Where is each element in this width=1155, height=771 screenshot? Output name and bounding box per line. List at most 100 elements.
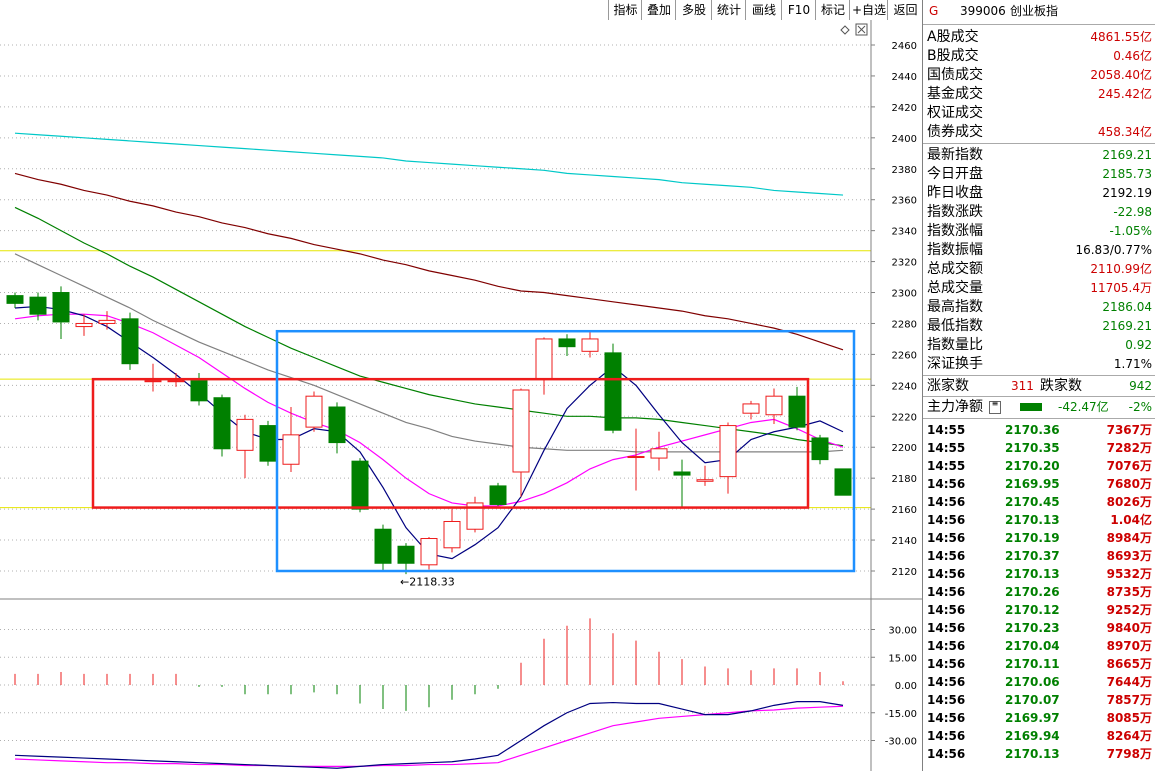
main-flow-row: 主力净额 ≡ -42.47亿 -2% xyxy=(927,399,1152,415)
tick-time: 14:56 xyxy=(927,675,966,689)
f10-button[interactable]: F10 xyxy=(781,0,816,20)
candle-body xyxy=(489,485,507,505)
stat-value: 2110.99亿 xyxy=(1090,262,1152,276)
flow-pct: -2% xyxy=(1128,400,1152,414)
tick-price: 2170.13 xyxy=(1005,513,1060,527)
turnover-label: A股成交 xyxy=(927,29,979,45)
draw-line-button[interactable]: 画线 xyxy=(745,0,782,20)
candle-body xyxy=(305,395,323,428)
ma-line xyxy=(14,305,844,560)
candle-body xyxy=(190,380,208,402)
low-price-label: ←2118.33 xyxy=(400,576,455,589)
dea-line xyxy=(14,705,844,768)
stat-row: 总成交量 11705.4万 xyxy=(923,279,1155,297)
ma-line xyxy=(14,313,844,507)
candle-body xyxy=(742,403,760,414)
price-tick-label: 2180 xyxy=(892,474,917,485)
tick-volume: 7282万 xyxy=(1106,441,1152,455)
tick-volume: 8665万 xyxy=(1106,657,1152,671)
tick-row: 14:56 2170.06 7644万 xyxy=(923,673,1155,691)
tick-volume: 9840万 xyxy=(1106,621,1152,635)
back-button[interactable]: 返回 xyxy=(887,0,923,20)
up-count: 311 xyxy=(1011,379,1034,393)
turnover-value: 2058.40亿 xyxy=(1090,68,1152,82)
tick-time: 14:56 xyxy=(927,585,966,599)
moving-average-lines xyxy=(14,132,844,560)
overlay-button[interactable]: 叠加 xyxy=(641,0,676,20)
stat-value: 16.83/0.77% xyxy=(1075,243,1152,257)
tick-volume: 7076万 xyxy=(1106,459,1152,473)
candle-body xyxy=(236,418,254,451)
tick-time: 14:56 xyxy=(927,711,966,725)
stat-value: -22.98 xyxy=(1113,205,1152,219)
tick-row: 14:55 2170.36 7367万 xyxy=(923,421,1155,439)
tick-price: 2170.37 xyxy=(1005,549,1060,563)
tick-row: 14:56 2170.45 8026万 xyxy=(923,493,1155,511)
macd-tick-label: -30.00 xyxy=(885,737,917,748)
candle-body xyxy=(788,395,806,428)
tick-time: 14:56 xyxy=(927,513,966,527)
tick-row: 14:56 2170.37 8693万 xyxy=(923,547,1155,565)
stat-value: 2169.21 xyxy=(1102,148,1152,162)
candle-body xyxy=(834,468,852,496)
price-tick-label: 2380 xyxy=(892,165,917,176)
tick-time: 14:56 xyxy=(927,693,966,707)
indicator-button[interactable]: 指标 xyxy=(608,0,642,20)
stat-row: 今日开盘 2185.73 xyxy=(923,165,1155,183)
stat-value: -1.05% xyxy=(1109,224,1152,238)
toolbar: 指标 叠加 多股 统计 画线 F10 标记 +自选 返回 xyxy=(0,0,922,20)
tick-time: 14:56 xyxy=(927,495,966,509)
tick-time: 14:56 xyxy=(927,531,966,545)
tick-time: 14:56 xyxy=(927,549,966,563)
candle-body xyxy=(167,380,185,383)
candle-body xyxy=(144,380,162,383)
dif-line xyxy=(14,701,844,769)
macd-tick-label: -15.00 xyxy=(885,709,917,720)
price-tick-label: 2440 xyxy=(892,72,917,83)
stat-value: 2186.04 xyxy=(1102,300,1152,314)
tick-price: 2170.06 xyxy=(1005,675,1060,689)
candle-body xyxy=(443,520,461,549)
diamond-icon[interactable] xyxy=(840,25,850,35)
stat-label: 指数量比 xyxy=(927,337,983,353)
ma-line xyxy=(14,253,844,453)
price-tick-label: 2420 xyxy=(892,103,917,114)
candle-body xyxy=(604,352,622,431)
stat-label: 指数振幅 xyxy=(927,242,983,258)
drawn-rectangle xyxy=(275,329,856,573)
stat-row: 指数涨跌 -22.98 xyxy=(923,203,1155,221)
statistics-button[interactable]: 统计 xyxy=(711,0,746,20)
list-icon[interactable]: ≡ xyxy=(989,400,1001,414)
turnover-label: B股成交 xyxy=(927,48,979,64)
tick-price: 2169.94 xyxy=(1005,729,1060,743)
multi-stock-button[interactable]: 多股 xyxy=(675,0,712,20)
stat-label: 最新指数 xyxy=(927,147,983,163)
candle-body xyxy=(673,471,691,476)
candle-body xyxy=(29,296,47,315)
stat-label: 最低指数 xyxy=(927,318,983,334)
turnover-row: 债券成交 458.34亿 xyxy=(923,123,1155,141)
tick-row: 14:56 2170.13 1.04亿 xyxy=(923,511,1155,529)
candle-body xyxy=(374,528,392,564)
quote-panel: G 399006 创业板指 A股成交 4861.55亿 B股成交 0.46亿 国债成交 2… xyxy=(922,0,1155,771)
candle-body xyxy=(52,292,70,323)
candle-body xyxy=(213,397,231,450)
tick-price: 2170.13 xyxy=(1005,567,1060,581)
candle-body xyxy=(650,448,668,459)
tick-time: 14:56 xyxy=(927,621,966,635)
panel-g-mark: G xyxy=(929,4,939,18)
candle-body xyxy=(328,406,346,444)
stat-value: 2169.21 xyxy=(1102,319,1152,333)
mark-button[interactable]: 标记 xyxy=(815,0,850,20)
drawn-rectangles xyxy=(91,329,856,573)
close-icon[interactable] xyxy=(855,23,868,36)
tick-price: 2170.35 xyxy=(1005,441,1060,455)
add-watchlist-button[interactable]: +自选 xyxy=(849,0,888,20)
price-axis: 2460 2440 2420 2400 2380 2360 2340 2320 2300 2280… xyxy=(871,41,917,578)
chart-area[interactable]: ←2118.33 2460 2440 2420 2400 2380 2360 2340 232… xyxy=(0,20,922,771)
candle-body xyxy=(98,319,116,324)
tick-row: 14:56 2170.13 7798万 xyxy=(923,745,1155,763)
macd-tick-label: 30.00 xyxy=(888,626,917,637)
tick-volume: 8085万 xyxy=(1106,711,1152,725)
tick-time: 14:55 xyxy=(927,441,966,455)
